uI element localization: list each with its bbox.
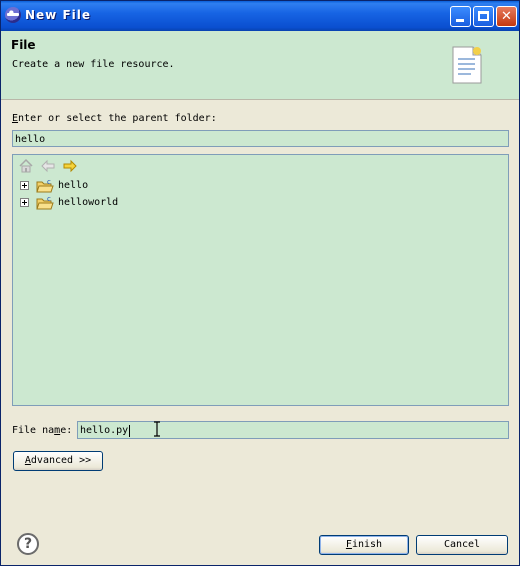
forward-arrow-icon[interactable] bbox=[62, 158, 78, 174]
wizard-header: File Create a new file resource. bbox=[1, 31, 519, 100]
expand-icon[interactable] bbox=[20, 198, 29, 207]
new-file-wizard-icon bbox=[452, 46, 482, 84]
close-icon: ✕ bbox=[501, 9, 512, 24]
finish-button[interactable]: Finish bbox=[319, 535, 409, 555]
new-file-dialog: New File ✕ File Create a new file resour… bbox=[0, 0, 520, 566]
parent-folder-label: Enter or select the parent folder: bbox=[12, 113, 217, 124]
file-name-label-start: File na bbox=[12, 425, 55, 436]
home-icon[interactable] bbox=[18, 158, 34, 174]
tree-item-helloworld[interactable]: c helloworld bbox=[20, 195, 320, 211]
page-description: Create a new file resource. bbox=[12, 59, 175, 70]
project-folder-icon: c bbox=[36, 178, 54, 193]
parent-folder-label-text: nter or select the parent folder: bbox=[18, 113, 217, 124]
cancel-button[interactable]: Cancel bbox=[416, 535, 508, 555]
file-name-label: File name: bbox=[12, 425, 72, 436]
eclipse-app-icon bbox=[5, 7, 21, 23]
maximize-icon bbox=[478, 11, 489, 21]
back-arrow-icon[interactable] bbox=[40, 158, 56, 174]
text-caret bbox=[129, 425, 130, 437]
advanced-text: dvanced >> bbox=[30, 455, 92, 466]
minimize-button[interactable] bbox=[450, 6, 471, 27]
folder-tree[interactable]: c hello c helloworld bbox=[12, 154, 509, 406]
tree-item-label: helloworld bbox=[58, 197, 119, 208]
project-folder-icon: c bbox=[36, 195, 54, 210]
tree-item-hello[interactable]: c hello bbox=[20, 178, 320, 194]
finish-button-label: Finish bbox=[320, 536, 408, 554]
file-name-input[interactable]: hello.py bbox=[77, 421, 509, 439]
window-title: New File bbox=[25, 8, 92, 22]
help-icon[interactable]: ? bbox=[17, 533, 39, 555]
minimize-icon bbox=[456, 19, 464, 22]
text-cursor-icon bbox=[154, 421, 160, 437]
maximize-button[interactable] bbox=[473, 6, 494, 27]
svg-text:c: c bbox=[47, 178, 51, 186]
close-button[interactable]: ✕ bbox=[496, 6, 517, 27]
file-name-label-end: e: bbox=[60, 425, 73, 436]
tree-item-label: hello bbox=[58, 180, 89, 191]
advanced-button[interactable]: Advanced >> bbox=[13, 451, 103, 471]
title-bar[interactable]: New File ✕ bbox=[1, 1, 519, 31]
expand-icon[interactable] bbox=[20, 181, 29, 190]
svg-text:c: c bbox=[47, 195, 51, 203]
page-title: File bbox=[11, 38, 36, 52]
finish-text: inish bbox=[351, 539, 383, 550]
cancel-button-label: Cancel bbox=[443, 539, 481, 550]
advanced-button-label: Advanced >> bbox=[14, 452, 102, 470]
parent-folder-input[interactable]: hello bbox=[12, 130, 509, 147]
